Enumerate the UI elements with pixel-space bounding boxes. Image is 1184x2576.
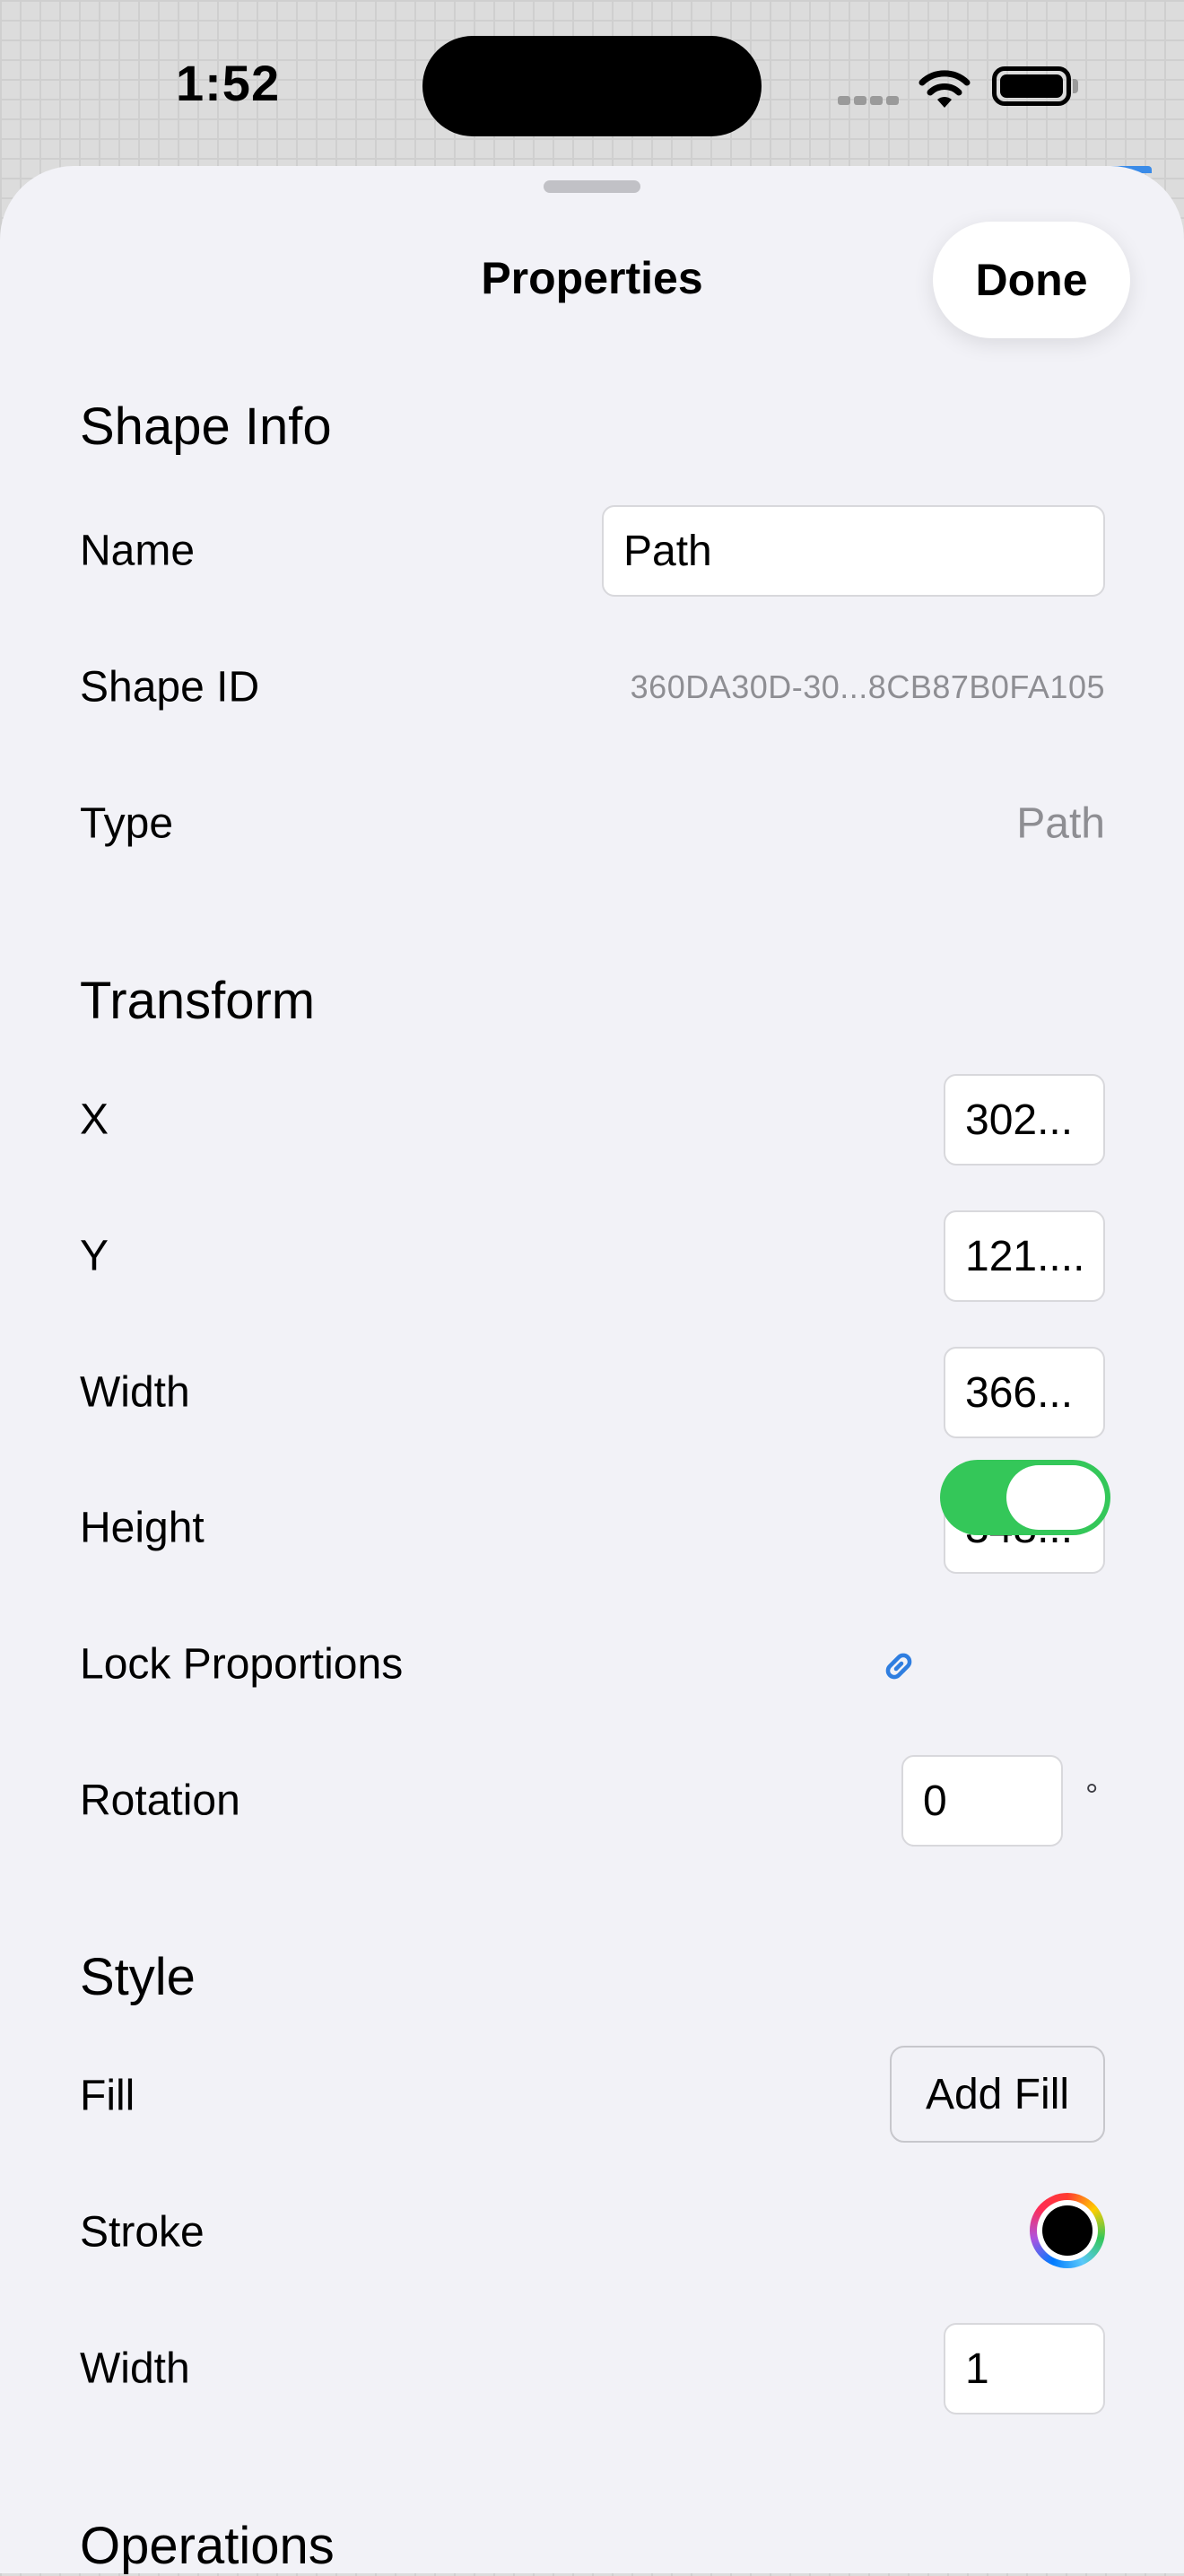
x-field[interactable]: 302... [944, 1074, 1105, 1166]
name-field[interactable]: Path [602, 505, 1105, 597]
shape-id-value: 360DA30D-30...8CB87B0FA105 [630, 668, 1105, 705]
section-header-transform: Transform [80, 972, 316, 1030]
height-label: Height [80, 1504, 205, 1552]
lock-proportions-toggle[interactable] [940, 1460, 1110, 1535]
dynamic-island [422, 36, 762, 136]
section-header-shape-info: Shape Info [80, 397, 332, 456]
add-fill-button[interactable]: Add Fill [890, 2046, 1105, 2143]
link-icon [885, 1653, 912, 1680]
battery-cap [1073, 79, 1078, 93]
width-label: Width [80, 1368, 190, 1417]
x-label: X [80, 1096, 109, 1144]
cellular-signal-icon [838, 93, 902, 109]
stroke-label: Stroke [80, 2208, 205, 2257]
y-label: Y [80, 1232, 109, 1280]
status-bar: 1:52 [0, 0, 1184, 166]
lock-proportions-label: Lock Proportions [80, 1640, 404, 1689]
fill-label: Fill [80, 2072, 135, 2120]
wifi-icon [918, 70, 971, 108]
stroke-width-label: Width [80, 2345, 190, 2393]
type-value: Path [1016, 799, 1105, 848]
type-label: Type [80, 799, 174, 848]
section-header-style: Style [80, 1948, 196, 2006]
stroke-color-well[interactable] [1030, 2193, 1105, 2268]
name-label: Name [80, 527, 196, 575]
toggle-knob [1006, 1465, 1105, 1530]
rotation-field[interactable]: 0 [901, 1755, 1063, 1847]
sheet-grabber[interactable] [544, 180, 640, 193]
done-button[interactable]: Done [933, 222, 1130, 338]
battery-icon [992, 66, 1071, 106]
stroke-color-swatch [1042, 2205, 1093, 2256]
y-field[interactable]: 121.... [944, 1210, 1105, 1302]
rotation-label: Rotation [80, 1777, 240, 1825]
degree-unit: ° [1085, 1777, 1099, 1813]
status-time: 1:52 [176, 55, 281, 111]
shape-id-label: Shape ID [80, 663, 260, 712]
color-well-ring [1037, 2200, 1098, 2261]
width-field[interactable]: 366... [944, 1347, 1105, 1438]
section-header-operations: Operations [80, 2517, 335, 2575]
stroke-width-field[interactable]: 1 [944, 2323, 1105, 2414]
